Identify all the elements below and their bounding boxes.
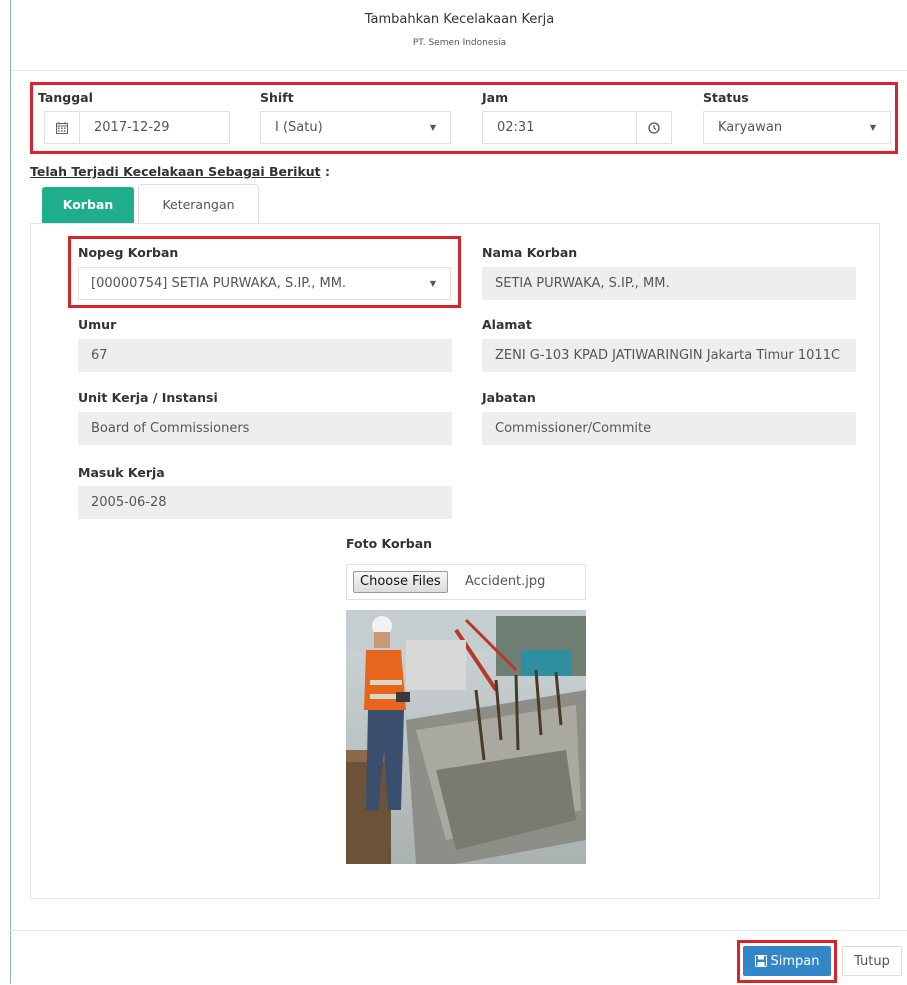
clock-icon[interactable] (636, 111, 672, 144)
shift-select-value: I (Satu) (275, 120, 323, 135)
jabatan-field[interactable]: Commissioner/Commite (482, 412, 856, 445)
choose-files-button[interactable]: Choose Files (353, 571, 448, 593)
file-input[interactable]: Choose Files Accident.jpg (346, 564, 586, 600)
shift-select[interactable]: I (Satu) ▼ (260, 111, 451, 144)
modal-title: Tambahkan Kecelakaan Kerja (364, 12, 555, 27)
unit-field[interactable]: Board of Commissioners (78, 412, 452, 445)
nama-label: Nama Korban (482, 245, 578, 260)
close-button[interactable]: Tutup (842, 946, 902, 976)
close-button-label: Tutup (854, 953, 890, 969)
status-label: Status (703, 90, 749, 105)
chevron-down-icon: ▼ (429, 279, 436, 288)
section-title: Telah Terjadi Kecelakaan Sebagai Berikut… (30, 164, 330, 179)
tanggal-label: Tanggal (38, 90, 93, 105)
unit-label: Unit Kerja / Instansi (78, 390, 218, 405)
save-button-label: Simpan (770, 953, 820, 969)
tab-korban-label: Korban (62, 197, 114, 212)
section-title-colon: : (320, 164, 330, 179)
modal-header: Tambahkan Kecelakaan Kerja PT. Semen Ind… (11, 0, 907, 71)
tab-keterangan[interactable]: Keterangan (138, 184, 259, 223)
floppy-icon (754, 955, 767, 967)
status-select[interactable]: Karyawan ▼ (703, 111, 891, 144)
nopeg-select[interactable]: [00000754] SETIA PURWAKA, S.IP., MM. ▼ (78, 267, 451, 300)
shift-label: Shift (260, 90, 294, 105)
save-button[interactable]: Simpan (743, 946, 831, 976)
chevron-down-icon: ▼ (869, 123, 876, 132)
file-name: Accident.jpg (465, 574, 546, 589)
umur-field[interactable]: 67 (78, 339, 452, 372)
masuk-label: Masuk Kerja (78, 465, 165, 480)
tab-korban[interactable]: Korban (42, 187, 134, 223)
nama-field[interactable]: SETIA PURWAKA, S.IP., MM. (482, 267, 856, 300)
alamat-label: Alamat (482, 317, 532, 332)
status-select-value: Karyawan (718, 120, 783, 135)
nopeg-label: Nopeg Korban (78, 245, 179, 260)
chevron-down-icon: ▼ (429, 123, 436, 132)
tab-keterangan-label: Keterangan (162, 197, 235, 212)
modal-subtitle: PT. Semen Indonesia (412, 38, 507, 48)
jabatan-label: Jabatan (482, 390, 536, 405)
foto-label: Foto Korban (346, 536, 433, 551)
jam-input[interactable]: 02:31 (482, 111, 637, 144)
accident-photo (346, 610, 586, 864)
masuk-field[interactable]: 2005-06-28 (78, 486, 452, 519)
jam-label: Jam (482, 90, 509, 105)
section-title-text: Telah Terjadi Kecelakaan Sebagai Berikut (30, 164, 321, 179)
tanggal-input[interactable]: 2017-12-29 (79, 111, 230, 144)
alamat-field[interactable]: ZENI G-103 KPAD JATIWARINGIN Jakarta Tim… (482, 339, 856, 372)
umur-label: Umur (78, 317, 117, 332)
nopeg-select-value: [00000754] SETIA PURWAKA, S.IP., MM. (91, 276, 347, 291)
calendar-icon[interactable] (44, 111, 80, 144)
